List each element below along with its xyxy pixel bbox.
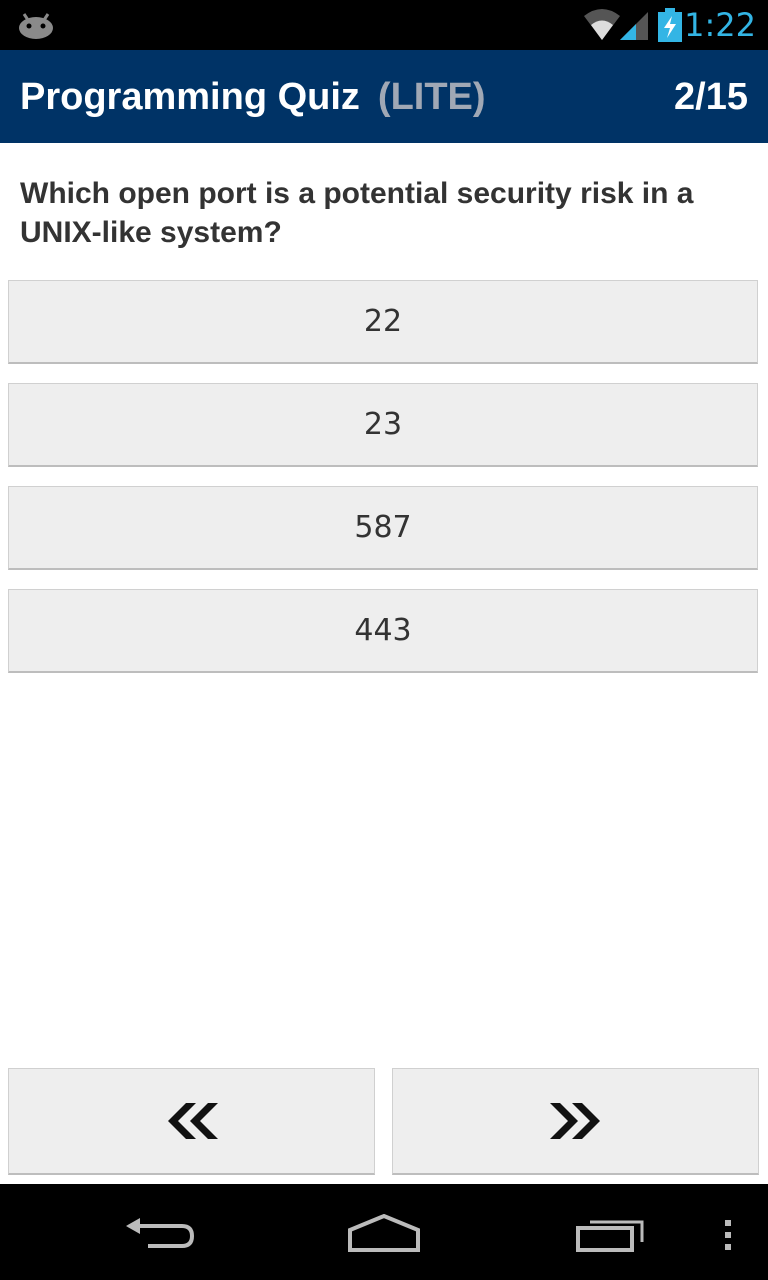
question-text: Which open port is a potential security … [20, 177, 694, 249]
app-title: Programming Quiz (LITE) [20, 74, 486, 120]
answer-button-3[interactable]: 587 [8, 486, 758, 570]
next-question-button[interactable] [392, 1068, 759, 1175]
app-title-text: Programming Quiz [20, 76, 360, 118]
double-chevron-right-icon [549, 1103, 600, 1139]
battery-charging-icon [658, 8, 682, 42]
previous-question-button[interactable] [8, 1068, 375, 1175]
recent-apps-icon[interactable] [574, 1214, 646, 1254]
overflow-menu-icon[interactable] [722, 1218, 734, 1252]
home-icon[interactable] [346, 1214, 422, 1254]
answer-button-4[interactable]: 443 [8, 589, 758, 673]
answer-button-2[interactable]: 23 [8, 383, 758, 467]
question-progress: 2/15 [674, 76, 748, 118]
app-header: Programming Quiz (LITE) 2/15 [0, 50, 768, 143]
lite-badge: (LITE) [377, 76, 486, 118]
double-chevron-left-icon [167, 1103, 218, 1139]
back-icon[interactable] [124, 1216, 196, 1252]
answer-button-1[interactable]: 22 [8, 280, 758, 364]
status-bar: 1:22 [0, 0, 768, 50]
status-clock: 1:22 [684, 6, 756, 44]
system-navigation-bar [0, 1184, 768, 1280]
signal-icon [620, 12, 648, 40]
android-icon [19, 13, 53, 39]
wifi-icon [584, 9, 620, 40]
